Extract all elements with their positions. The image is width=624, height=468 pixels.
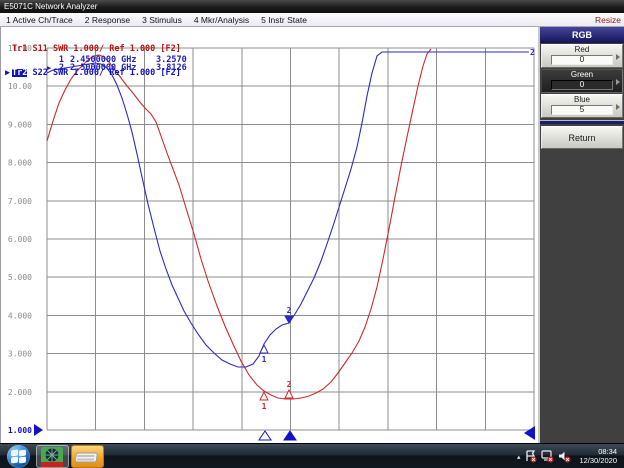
softkey-label: Blue xyxy=(573,95,590,104)
softkey-value: 0 xyxy=(551,55,613,65)
y-axis-label: 8.000 xyxy=(8,159,32,168)
taskbar: ▴ 08:34 12/30/2020 xyxy=(0,443,624,468)
trace2-chip: Tr2 xyxy=(12,68,28,78)
softkey-arrow-icon xyxy=(616,54,620,60)
softkey-value: 0 xyxy=(551,80,613,90)
trace-marker-number: 2 xyxy=(287,380,292,389)
softkey-divider xyxy=(540,120,624,124)
resize-button[interactable]: Resize xyxy=(595,13,621,27)
taskbar-clock[interactable]: 08:34 12/30/2020 xyxy=(579,447,617,465)
y-axis-label: 7.000 xyxy=(8,197,32,206)
y-axis-label: 4.000 xyxy=(8,311,32,320)
trace-marker-flag[interactable] xyxy=(284,388,294,399)
menu-stimulus[interactable]: 3 Stimulus xyxy=(136,15,188,25)
trace-marker-number: 1 xyxy=(262,355,267,364)
trace-S11 xyxy=(46,48,432,400)
clock-date: 12/30/2020 xyxy=(579,455,617,465)
graph-window: 11.00 10.00 9.000 8.000 7.000 6.000 5.000 4.000… xyxy=(0,27,538,443)
softkey-return-button[interactable]: Return xyxy=(541,126,623,149)
screen: E5071C Network Analyzer 1 Active Ch/Trac… xyxy=(0,0,624,468)
y-axis-label: 2.000 xyxy=(8,388,32,397)
action-center-flag-icon[interactable] xyxy=(525,450,537,463)
trace1-status[interactable]: Tr1 S11 SWR 1.000/ Ref 1.000 [F2] xyxy=(5,44,181,54)
softkey-menu-title: RGB xyxy=(540,27,624,43)
y-axis-label: 3.000 xyxy=(8,350,32,359)
menu-active-ch-trace[interactable]: 1 Active Ch/Trace xyxy=(0,15,79,25)
taskbar-button-keyboard[interactable] xyxy=(71,445,104,468)
stimulus-marker-indicator[interactable] xyxy=(258,430,272,441)
start-button[interactable] xyxy=(7,445,30,468)
trace1-chip: Tr1 xyxy=(12,44,28,54)
menu-bar: 1 Active Ch/Trace 2 Response 3 Stimulus … xyxy=(0,13,624,27)
volume-muted-icon[interactable] xyxy=(558,450,571,463)
marker2-frequency: 2.5000000 GHz xyxy=(70,62,137,73)
system-tray: ▴ 08:34 12/30/2020 xyxy=(517,444,624,468)
reference-level-arrow[interactable] xyxy=(34,424,43,436)
keyboard-icon xyxy=(76,452,98,463)
trace-marker-number: 1 xyxy=(262,402,267,411)
network-status-icon[interactable] xyxy=(541,450,554,463)
trace1-settings: S11 SWR 1.000/ Ref 1.000 [F2] xyxy=(27,44,181,54)
menu-response[interactable]: 2 Response xyxy=(79,15,136,25)
stimulus-marker-indicator[interactable] xyxy=(283,430,297,441)
y-axis-label: 6.000 xyxy=(8,235,32,244)
trace-marker-flag[interactable] xyxy=(259,343,269,354)
window-title: E5071C Network Analyzer xyxy=(4,2,98,11)
trace-end-label: 2 xyxy=(530,48,535,57)
softkey-label: Red xyxy=(574,45,590,54)
trace2-active-arrow: ▶ xyxy=(5,68,11,78)
y-axis-label: 5.000 xyxy=(8,273,32,282)
y-axis-label: 9.000 xyxy=(8,120,32,129)
softkey-arrow-icon xyxy=(616,104,620,110)
softkey-blue[interactable]: Blue 5 xyxy=(541,94,623,118)
menu-mkr-analysis[interactable]: 4 Mkr/Analysis xyxy=(188,15,255,25)
taskbar-button-network-analyzer[interactable] xyxy=(36,445,69,468)
network-analyzer-icon xyxy=(41,447,63,467)
tray-expand-icon[interactable]: ▴ xyxy=(517,453,521,461)
marker-readout-block: 1 2.4500000 GHz 3.2570 ▶ 2 2.5000000 GHz 3.81… xyxy=(47,56,187,73)
y-axis-label: 1.000 xyxy=(8,426,32,435)
softkey-list: Red 0 Green 0 Blue 5 xyxy=(540,44,624,118)
softkey-label: Green xyxy=(570,70,594,79)
marker2-readout: ▶ 2 2.5000000 GHz 3.8126 xyxy=(47,62,187,73)
softkey-arrow-icon xyxy=(616,79,620,85)
softkey-panel: RGB Red 0 Green 0 Blue 5 Return xyxy=(538,27,624,443)
sweep-position-arrow xyxy=(524,426,535,440)
softkey-red[interactable]: Red 0 xyxy=(541,44,623,68)
softkey-value: 5 xyxy=(551,105,613,115)
marker2-active-arrow: ▶ xyxy=(47,63,52,72)
marker2-number: 2 xyxy=(58,62,64,73)
softkey-green[interactable]: Green 0 xyxy=(541,69,623,93)
title-bar: E5071C Network Analyzer xyxy=(0,0,624,13)
trace-marker-number: 2 xyxy=(287,306,292,315)
marker2-value: 3.8126 xyxy=(156,62,187,73)
menu-instr-state[interactable]: 5 Instr State xyxy=(255,15,313,25)
